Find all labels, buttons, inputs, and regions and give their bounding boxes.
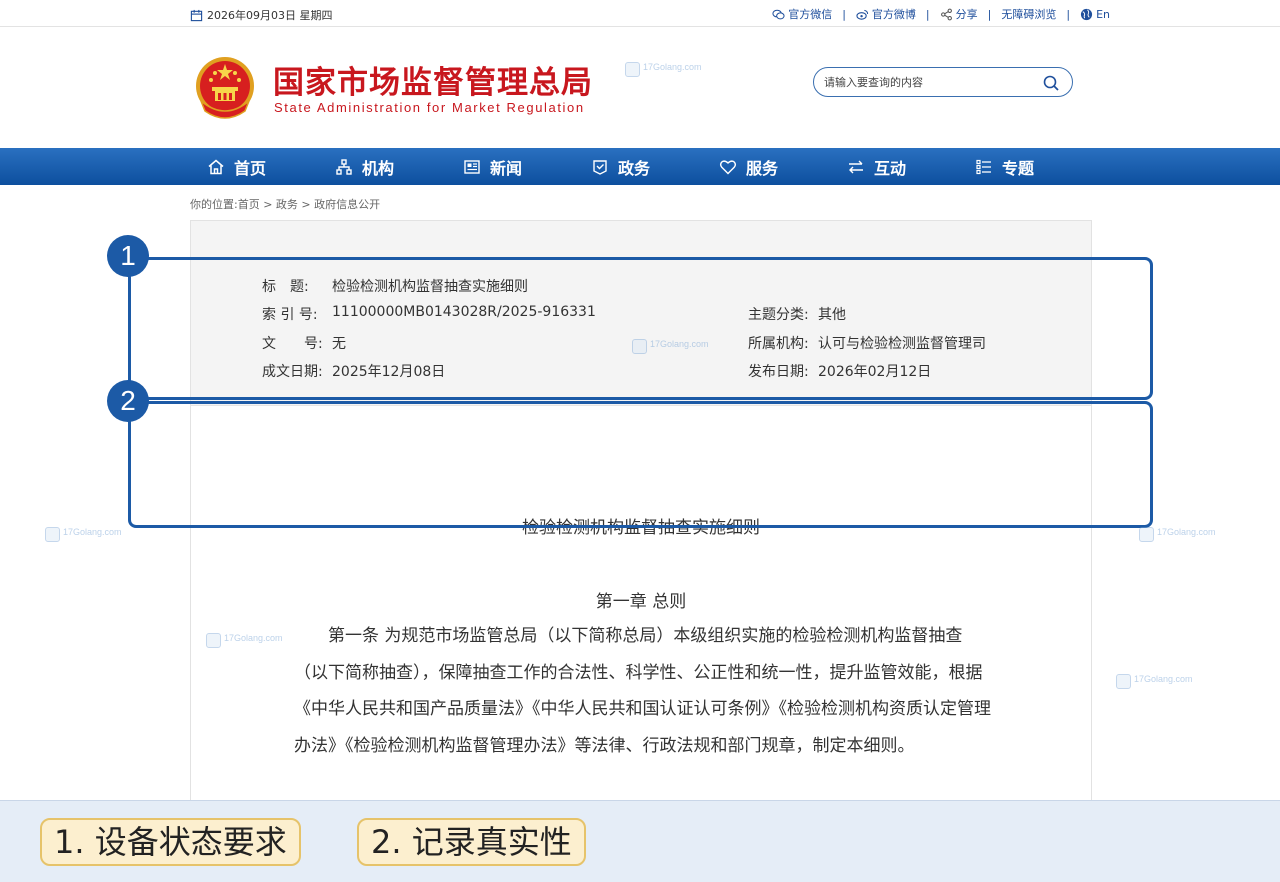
separator: | (842, 7, 846, 21)
watermark: 17Golang.com (45, 527, 122, 542)
swap-icon (849, 160, 863, 173)
nav-item-topics[interactable]: 专题 (975, 148, 1034, 185)
nav-label: 首页 (234, 158, 267, 178)
watermark: 17Golang.com (1116, 674, 1193, 689)
page: 2026年09月03日 星期四 官方微信 | 官方微博 | 分享 | 无障碍浏览… (0, 0, 1280, 882)
wechat-link[interactable]: 官方微信 (772, 6, 832, 22)
main-nav: 首页 机构 新闻 政务 服务 互动 专题 (0, 148, 1280, 185)
share-link[interactable]: 分享 (940, 6, 978, 22)
top-bar: 2026年09月03日 星期四 官方微信 | 官方微博 | 分享 | 无障碍浏览… (0, 0, 1280, 27)
separator: | (925, 7, 930, 21)
article-paragraph: 第一条 为规范市场监管总局（以下简称总局）本级组织实施的检验检测机构监督抽查（以… (294, 626, 991, 756)
logo-title-cn: 国家市场监督管理总局 (273, 65, 593, 101)
date-display: 2026年09月03日 星期四 (190, 7, 333, 23)
watermark-text: 17Golang.com (63, 527, 122, 537)
globe-icon (1081, 8, 1093, 20)
national-emblem-icon (196, 57, 254, 119)
wechat-label: 官方微信 (788, 8, 833, 21)
caption-chip-1: 1. 设备状态要求 (40, 818, 301, 866)
english-label: En (1096, 7, 1110, 21)
search-input[interactable] (824, 74, 1034, 91)
nav-label: 新闻 (490, 158, 523, 178)
separator: | (1066, 7, 1071, 21)
heart-icon (719, 159, 737, 174)
caption-banner: 1. 设备状态要求 2. 记录真实性 (0, 800, 1280, 882)
watermark-text: 17Golang.com (224, 633, 283, 643)
nav-label: 互动 (874, 158, 907, 178)
share-icon (940, 8, 952, 20)
watermark: 17Golang.com (1139, 527, 1216, 542)
watermark: 17Golang.com (625, 62, 702, 77)
separator: | (987, 7, 992, 21)
wechat-icon (772, 9, 785, 19)
watermark-icon (625, 62, 640, 77)
annotation-box-1 (128, 257, 1153, 400)
watermark-text: 17Golang.com (1134, 674, 1193, 684)
nav-item-service[interactable]: 服务 (719, 148, 778, 185)
watermark-icon (632, 339, 647, 354)
annotation-box-2 (128, 401, 1153, 528)
list-icon (976, 159, 991, 174)
caption-chip-2: 2. 记录真实性 (357, 818, 586, 866)
nav-item-affairs[interactable]: 政务 (591, 148, 650, 185)
nav-item-home[interactable]: 首页 (207, 148, 266, 185)
logo-title-en: State Administration for Market Regulati… (274, 100, 585, 115)
annotation-badge-1: 1 (107, 235, 149, 277)
accessibility-label: 无障碍浏览 (1001, 8, 1057, 21)
watermark-text: 17Golang.com (650, 339, 709, 349)
watermark-icon (206, 633, 221, 648)
watermark-icon (45, 527, 60, 542)
search-icon[interactable] (1042, 74, 1060, 92)
share-label: 分享 (955, 8, 978, 21)
breadcrumb[interactable]: 你的位置:首页 > 政务 > 政府信息公开 (190, 196, 380, 212)
annotation-badge-2: 2 (107, 380, 149, 422)
document-shield-icon (593, 159, 607, 175)
weibo-link[interactable]: 官方微博 (856, 6, 916, 22)
watermark-icon (1139, 527, 1154, 542)
newspaper-icon (464, 159, 480, 174)
site-header: 国家市场监督管理总局 State Administration for Mark… (0, 27, 1280, 148)
watermark-text: 17Golang.com (1157, 527, 1216, 537)
date-text: 2026年09月03日 星期四 (207, 9, 333, 22)
nav-item-news[interactable]: 新闻 (463, 148, 522, 185)
watermark-text: 17Golang.com (643, 62, 702, 72)
nav-label: 专题 (1002, 158, 1035, 178)
org-chart-icon (336, 158, 352, 175)
search-box (813, 67, 1073, 97)
calendar-icon (190, 9, 203, 21)
home-icon (208, 159, 224, 174)
nav-item-org[interactable]: 机构 (335, 148, 394, 185)
watermark: 17Golang.com (632, 339, 709, 354)
watermark: 17Golang.com (206, 633, 283, 648)
nav-label: 机构 (362, 158, 395, 178)
english-link[interactable]: En (1080, 8, 1110, 21)
nav-item-interact[interactable]: 互动 (847, 148, 906, 185)
top-links: 官方微信 | 官方微博 | 分享 | 无障碍浏览 | En (772, 6, 1110, 22)
chapter-heading: 第一章 总则 (595, 592, 687, 612)
weibo-label: 官方微博 (871, 8, 916, 21)
accessibility-link[interactable]: 无障碍浏览 (1001, 6, 1056, 22)
watermark-icon (1116, 674, 1131, 689)
nav-label: 服务 (746, 158, 779, 178)
weibo-icon (856, 9, 869, 20)
nav-label: 政务 (618, 158, 651, 178)
